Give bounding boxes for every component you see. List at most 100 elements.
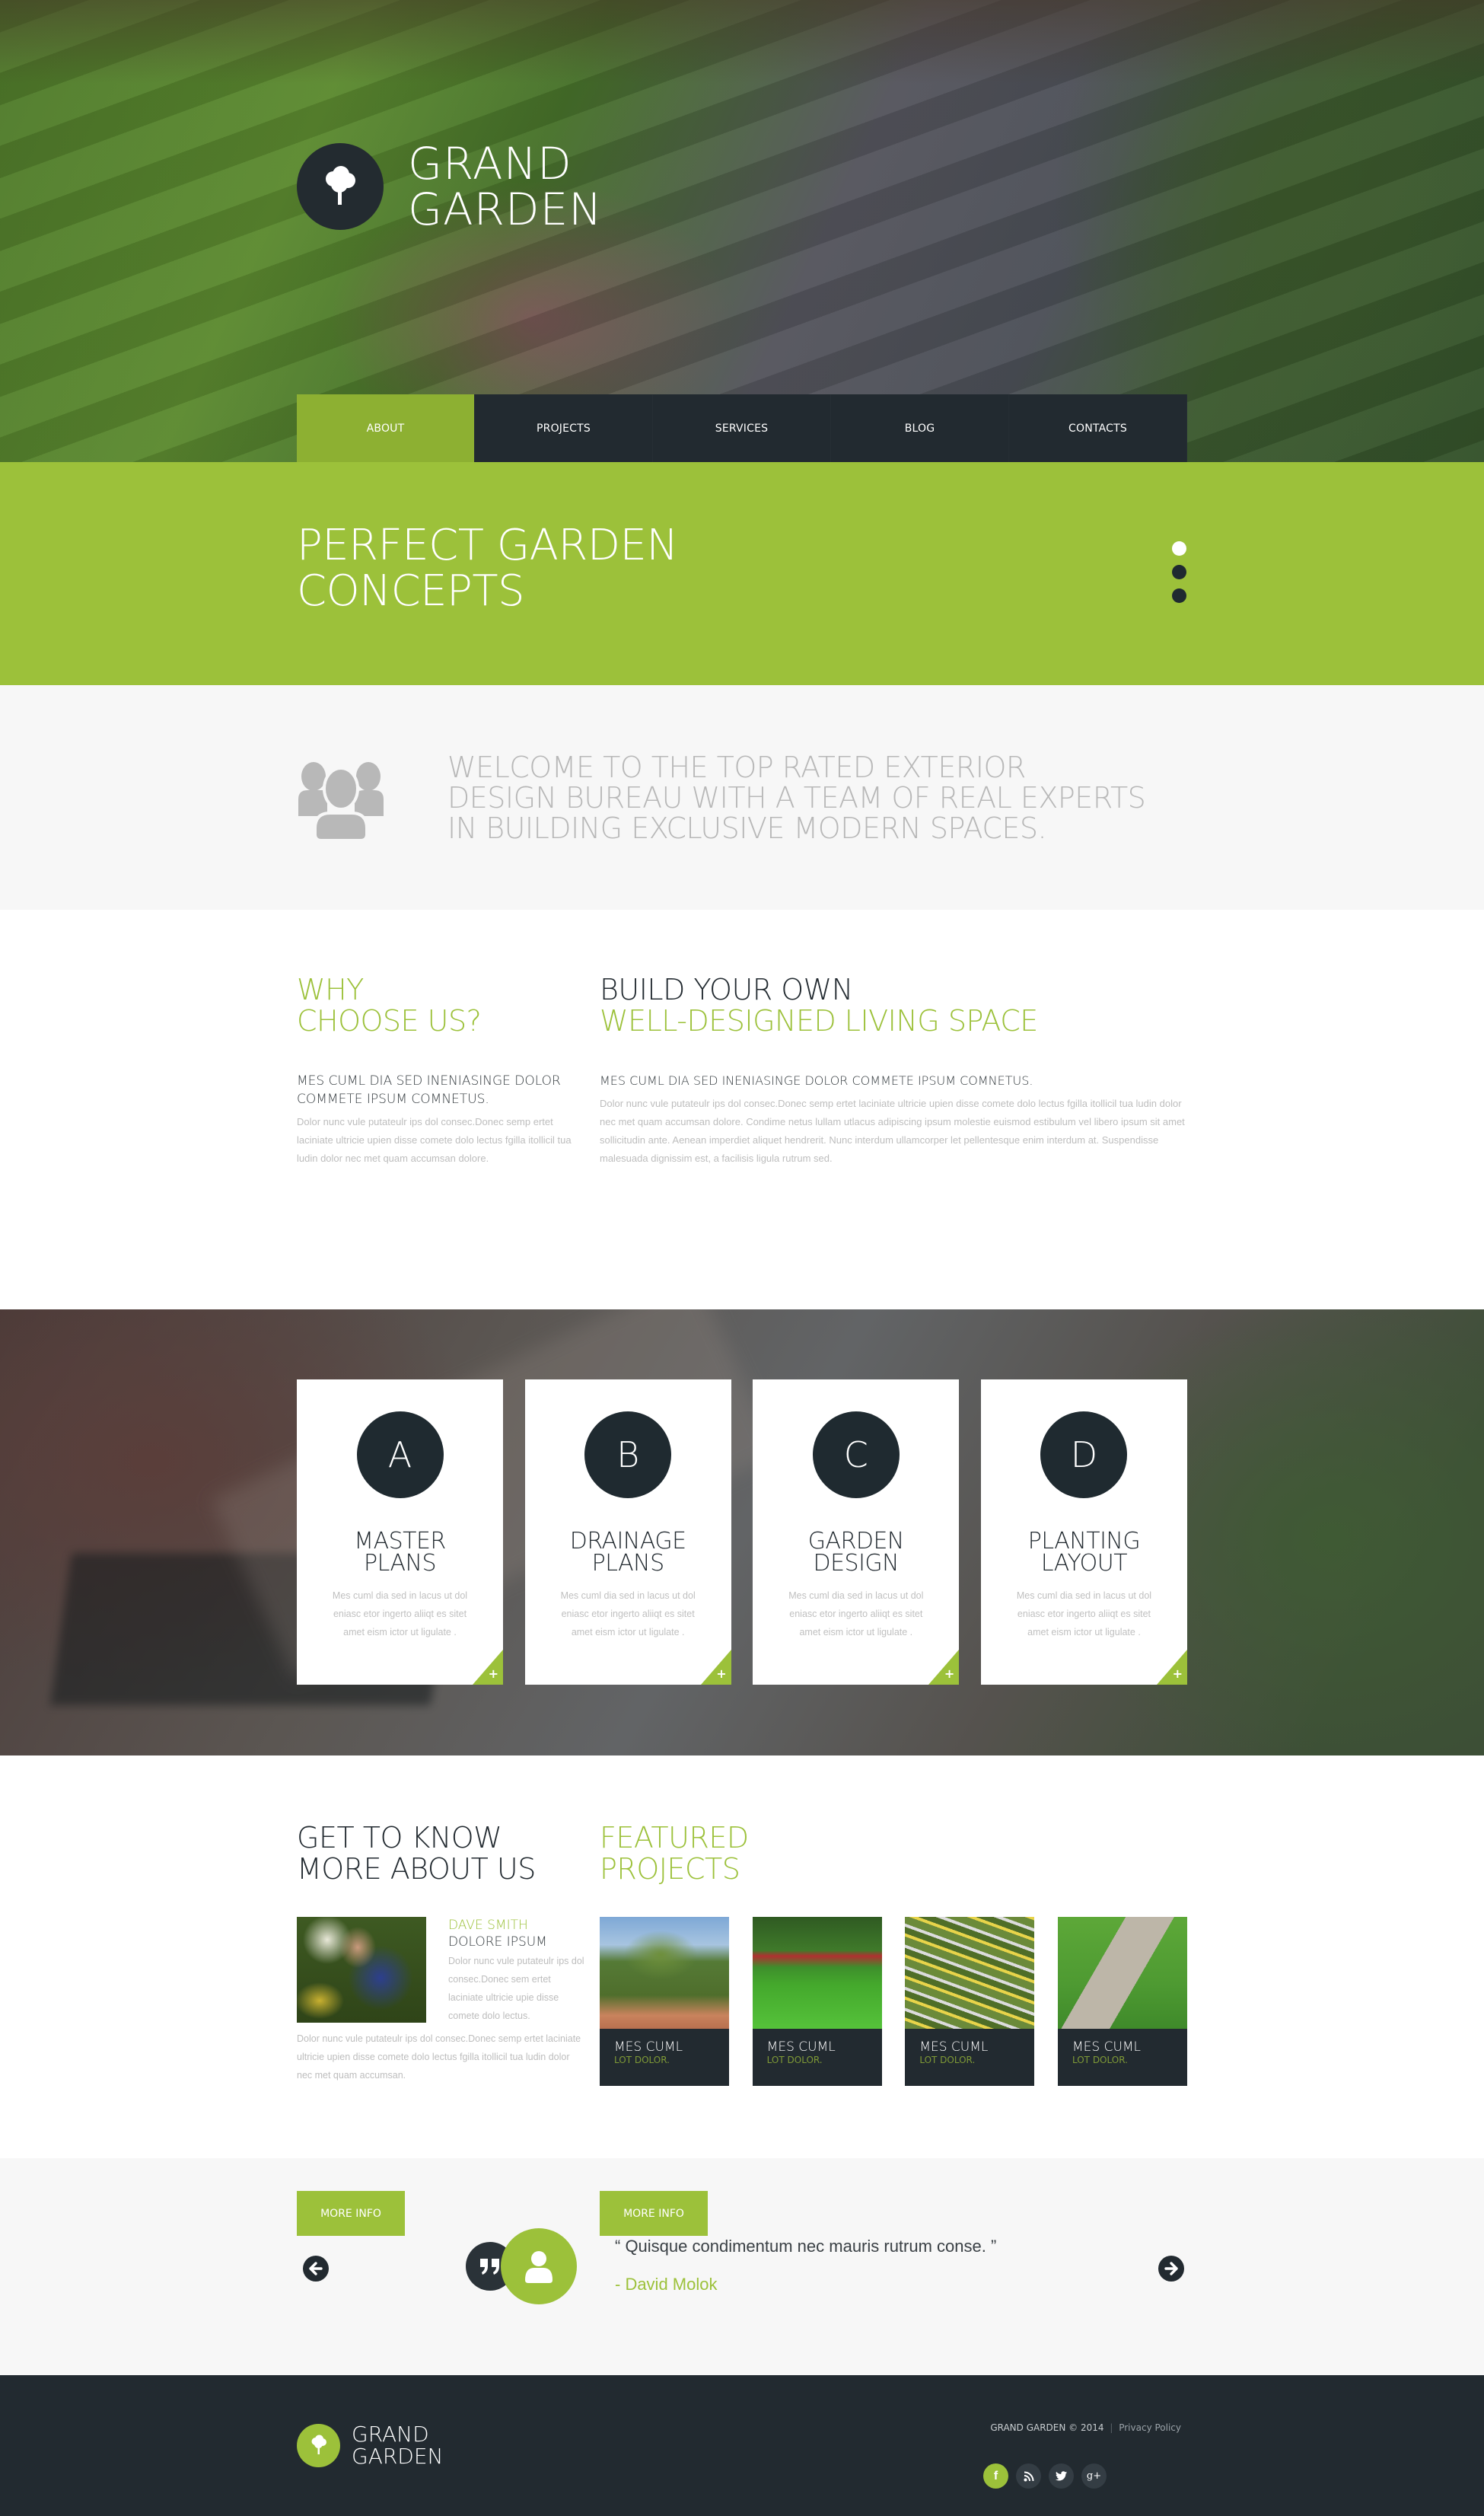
user-icon — [525, 2251, 553, 2283]
project-image — [600, 1917, 729, 2029]
service-description: Mes cuml dia sed in lacus ut dol eniasc … — [560, 1590, 696, 1637]
service-title-line-2: PLANS — [364, 1550, 437, 1577]
project-title: MES CUML — [766, 2039, 836, 2055]
testimonial-avatar — [501, 2228, 577, 2304]
about-title-line-2: MORE ABOUT US — [297, 1852, 536, 1886]
about-column: GET TO KNOW MORE ABOUT US DAVE SMITH DOL… — [297, 1822, 586, 2084]
google-plus-button[interactable]: g+ — [1081, 2463, 1107, 2489]
project-image — [752, 1917, 882, 2029]
slider-dot-3[interactable] — [1172, 588, 1186, 603]
footer-separator: | — [1110, 2422, 1113, 2433]
service-card-planting-layout[interactable]: D PLANTING LAYOUT Mes cuml dia sed in la… — [980, 1379, 1187, 1685]
social-links: f g+ — [983, 2463, 1114, 2489]
plus-icon: + — [1172, 1666, 1183, 1681]
footer: GRAND GARDEN GRAND GARDEN © 2014 | Priva… — [0, 2375, 1484, 2516]
plus-icon: + — [488, 1666, 498, 1681]
featured-title-line-2: PROJECTS — [600, 1852, 740, 1886]
tree-icon — [311, 2435, 326, 2454]
project-card[interactable]: MES CUML LOT DOLOR. — [600, 1917, 729, 2086]
nav-item-contacts[interactable]: CONTACTS — [1009, 394, 1187, 462]
slider-title-line-2: CONCEPTS — [297, 566, 525, 616]
main-nav: ABOUT PROJECTS SERVICES BLOG CONTACTS — [297, 394, 1187, 462]
project-caption: MES CUML LOT DOLOR. — [905, 2029, 1035, 2086]
project-card[interactable]: MES CUML LOT DOLOR. — [905, 1917, 1035, 2086]
brand-name: GRAND GARDEN — [408, 141, 603, 232]
why-title-line-2: CHOOSE US? — [297, 1004, 482, 1038]
hero-header: GRAND GARDEN ABOUT PROJECTS SERVICES BLO… — [0, 0, 1484, 462]
slider-dot-2[interactable] — [1172, 565, 1186, 579]
about-section: GET TO KNOW MORE ABOUT US DAVE SMITH DOL… — [0, 1755, 1484, 2158]
twitter-icon — [1056, 2471, 1067, 2481]
arrow-right-circle-icon — [1164, 2262, 1178, 2275]
rss-icon — [1024, 2471, 1033, 2481]
rss-button[interactable] — [1016, 2463, 1041, 2489]
why-body: Dolor nunc vule putateulr ips dol consec… — [297, 1116, 572, 1164]
footer-logo[interactable]: GRAND GARDEN — [297, 2423, 444, 2467]
team-member-info: DAVE SMITH DOLORE IPSUM Dolor nunc vule … — [448, 1917, 586, 2025]
service-title-line-2: PLANS — [591, 1550, 665, 1577]
testimonial-section: “ Quisque condimentum nec mauris rutrum … — [0, 2158, 1484, 2375]
testimonial-next-button[interactable] — [1158, 2256, 1184, 2282]
project-subtitle: LOT DOLOR. — [1072, 2055, 1128, 2065]
about-title-line-1: GET TO KNOW — [297, 1821, 502, 1854]
nav-item-projects[interactable]: PROJECTS — [475, 394, 653, 462]
team-member-photo — [297, 1917, 426, 2023]
plus-icon: + — [716, 1666, 727, 1681]
featured-projects-column: FEATURED PROJECTS MES CUML LOT DOLOR. ME… — [600, 1822, 1187, 2086]
featured-title: FEATURED PROJECTS — [600, 1822, 1187, 1885]
service-card-drainage-plans[interactable]: B DRAINAGE PLANS Mes cuml dia sed in lac… — [524, 1379, 731, 1685]
slider-title-line-1: PERFECT GARDEN — [297, 521, 678, 570]
service-letter-badge: D — [1040, 1411, 1128, 1498]
nav-item-blog[interactable]: BLOG — [831, 394, 1009, 462]
slider-pagination — [1172, 541, 1187, 612]
why-section: WHY CHOOSE US? MES CUML DIA SED INENIASI… — [0, 910, 1484, 2236]
facebook-button[interactable]: f — [983, 2463, 1008, 2489]
project-subtitle: LOT DOLOR. — [766, 2055, 823, 2065]
project-title: MES CUML — [1072, 2039, 1142, 2055]
service-title-line-2: DESIGN — [813, 1550, 900, 1577]
team-member: DAVE SMITH DOLORE IPSUM Dolor nunc vule … — [297, 1917, 586, 2025]
build-subtitle: MES CUML DIA SED INENIASINGE DOLOR COMME… — [600, 1073, 1033, 1088]
project-grid: MES CUML LOT DOLOR. MES CUML LOT DOLOR. … — [600, 1917, 1187, 2086]
welcome-section: WELCOME TO THE TOP RATED EXTERIOR DESIGN… — [0, 685, 1484, 910]
nav-item-services[interactable]: SERVICES — [653, 394, 831, 462]
project-image — [905, 1917, 1035, 2029]
service-title: DRAINAGE PLANS — [525, 1528, 731, 1577]
team-icon — [298, 762, 384, 840]
google-plus-icon: g+ — [1086, 2470, 1102, 2482]
build-body: Dolor nunc vule putateulr ips dol consec… — [600, 1098, 1185, 1164]
tree-icon — [326, 166, 355, 205]
service-title-line-1: DRAINAGE — [569, 1528, 686, 1555]
about-body: Dolor nunc vule putateulr ips dol consec… — [297, 2033, 581, 2081]
service-description: Mes cuml dia sed in lacus ut dol eniasc … — [788, 1590, 924, 1637]
service-title: GARDEN DESIGN — [753, 1528, 959, 1577]
why-title: WHY CHOOSE US? — [297, 974, 586, 1037]
testimonial-author: - David Molok — [615, 2275, 718, 2294]
testimonial-prev-button[interactable] — [303, 2256, 329, 2282]
privacy-policy-link[interactable]: Privacy Policy — [1119, 2422, 1181, 2433]
footer-brand-name: GRAND GARDEN — [352, 2423, 444, 2467]
project-image — [1057, 1917, 1187, 2029]
project-subtitle: LOT DOLOR. — [919, 2055, 976, 2065]
logo-badge — [297, 143, 384, 230]
project-card[interactable]: MES CUML LOT DOLOR. — [1057, 1917, 1187, 2086]
why-title-line-1: WHY — [297, 973, 364, 1006]
facebook-icon: f — [993, 2469, 998, 2483]
project-card[interactable]: MES CUML LOT DOLOR. — [752, 1917, 882, 2086]
team-member-bio: Dolor nunc vule putateulr ips dol consec… — [448, 1956, 584, 2021]
twitter-button[interactable] — [1049, 2463, 1074, 2489]
service-card-master-plans[interactable]: A MASTER PLANS Mes cuml dia sed in lacus… — [297, 1379, 503, 1685]
brand-logo[interactable]: GRAND GARDEN — [297, 141, 603, 232]
nav-item-about[interactable]: ABOUT — [297, 394, 475, 462]
welcome-text: WELCOME TO THE TOP RATED EXTERIOR DESIGN… — [447, 752, 1146, 843]
footer-brand-line-2: GARDEN — [352, 2444, 444, 2469]
why-subtitle: MES CUML DIA SED INENIASINGE DOLOR COMME… — [297, 1073, 561, 1107]
service-card-garden-design[interactable]: C GARDEN DESIGN Mes cuml dia sed in lacu… — [753, 1379, 960, 1685]
brand-line-2: GARDEN — [408, 183, 603, 235]
slider-dot-1[interactable] — [1172, 541, 1186, 556]
service-cards: A MASTER PLANS Mes cuml dia sed in lacus… — [297, 1379, 1187, 1685]
slider-title: PERFECT GARDEN CONCEPTS — [297, 523, 678, 614]
service-description: Mes cuml dia sed in lacus ut dol eniasc … — [1016, 1590, 1152, 1637]
service-title-line-1: GARDEN — [807, 1528, 905, 1555]
footer-copyright: GRAND GARDEN © 2014 | Privacy Policy — [990, 2422, 1181, 2433]
